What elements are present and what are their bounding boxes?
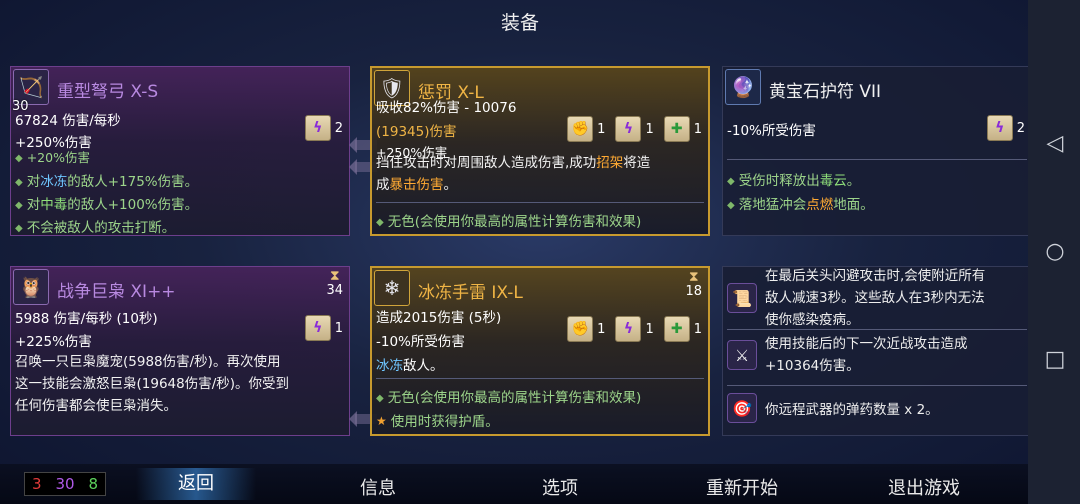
mutation-item[interactable]: 📜 在最后关头闪避攻击时,会使附近所有 敌人减速3秒。这些敌人在3秒内无法 使你…	[727, 267, 1027, 331]
affix-4: 不会被敌人的攻击打断。	[15, 216, 176, 235]
tactics-scroll: ✊ 1	[567, 116, 605, 142]
affix-1: +20%伤害	[15, 147, 90, 166]
system-nav-bar: ◁ ○ □	[1028, 0, 1080, 504]
scroll-icon: ϟ	[986, 115, 1013, 141]
mutation-icon: ⚔	[727, 340, 757, 370]
red-count: 3	[31, 475, 42, 493]
item-description: 冰冻敌人。	[376, 358, 444, 374]
divider	[727, 385, 1027, 386]
weapon-card-crossbow[interactable]: 🏹30 重型弩弓 X-S 67824 伤害/每秒 +250%伤害 ϟ2 +20%…	[10, 66, 350, 236]
green-count: 8	[88, 475, 99, 493]
amulet-icon: 🔮	[725, 69, 761, 105]
divider	[376, 202, 704, 203]
affix-colorless: 无色(会使用你最高的属性计算伤害和效果)	[376, 386, 642, 406]
page-title: 装备	[500, 12, 539, 34]
affix-3: 对中毒的敌人+100%伤害。	[15, 193, 198, 213]
brutality-scroll: ϟ1	[615, 116, 654, 142]
damage-bonus: +225%伤害	[15, 334, 92, 350]
crossbow-icon: 🏹 30	[12, 69, 49, 114]
scroll-icon: ϟ	[304, 115, 331, 141]
scroll-icon: ✚	[663, 316, 690, 342]
bottom-menu: 3 30 8 返回 信息 选项 重新开始 退出游戏	[0, 464, 1028, 504]
dps-stat: 5988 伤害/每秒 (10秒)	[15, 311, 158, 327]
brutality-scroll: ϟ1	[615, 316, 654, 342]
weapon-card-punish[interactable]: 🛡 惩罚 X-L 吸收82%伤害 - 10076 (19345)伤害 +250%…	[370, 66, 710, 236]
cooldown: ⧗ 34	[326, 268, 343, 298]
grenade-icon: ❄	[374, 270, 410, 306]
quit-button[interactable]: 退出游戏	[864, 474, 984, 500]
back-nav-icon[interactable]: ◁	[1044, 131, 1066, 156]
item-description: 挡住攻击时对周围敌人造成伤害,成功招架将造 成暴击伤害。	[376, 155, 651, 193]
scroll-icon: ✚	[663, 116, 690, 142]
back-button[interactable]: 返回	[136, 468, 256, 500]
item-name: 黄宝石护符 VII	[769, 82, 882, 102]
brutality-scroll: ϟ2	[304, 115, 343, 141]
mutation-icon: 📜	[727, 283, 757, 313]
dps-stat: 67824 伤害/每秒	[15, 113, 121, 129]
scroll-icon: ϟ	[615, 116, 642, 142]
item-name: 重型弩弓 X-S	[57, 82, 159, 102]
affix-2: 落地猛冲会点燃地面。	[727, 193, 874, 213]
amulet-card[interactable]: 🔮 黄宝石护符 VII -10%所受伤害 ϟ2 受伤时释放出毒云。 落地猛冲会点…	[722, 66, 1032, 236]
owl-icon: 🦉	[13, 269, 49, 305]
scroll-count: 2	[334, 120, 343, 136]
brutality-scroll: ϟ1	[304, 315, 343, 341]
damage-stat: 造成2015伤害 (5秒)	[376, 310, 502, 326]
ammo-icon: 🎯	[727, 393, 757, 423]
brutality-scroll: ϟ2	[986, 115, 1025, 141]
scroll-icon: ✊	[567, 316, 594, 342]
divider	[727, 329, 1027, 330]
hourglass-icon: ⧗	[688, 269, 699, 285]
item-name: 冰冻手雷 IX-L	[418, 283, 523, 303]
affix-2: 对冰冻的敌人+175%伤害。	[15, 170, 198, 190]
damage-stat: (19345)伤害	[376, 124, 457, 140]
skill-card-grenade[interactable]: ❄ 冰冻手雷 IX-L ⧗ 18 造成2015伤害 (5秒) -10%所受伤害 ✊…	[370, 266, 710, 436]
affix-1: 受伤时释放出毒云。	[727, 169, 861, 189]
resource-counter: 3 30 8	[24, 472, 106, 496]
scroll-icon: ✊	[567, 116, 594, 142]
survival-scroll: ✚ 1	[663, 316, 702, 342]
hourglass-icon: ⧗	[329, 268, 340, 284]
info-button[interactable]: 信息	[318, 474, 438, 500]
purple-count: 30	[55, 475, 75, 493]
defense-stat: -10%所受伤害	[376, 334, 465, 350]
mutation-item[interactable]: 🎯 你远程武器的弹药数量 x 2。	[727, 393, 1027, 423]
affix-shield: 使用时获得护盾。	[376, 410, 499, 430]
tactics-scroll: ✊ 1	[567, 316, 605, 342]
skill-card-owl[interactable]: 🦉 战争巨枭 XI++ ⧗ 34 5988 伤害/每秒 (10秒) +225%伤害…	[10, 266, 350, 436]
item-name: 战争巨枭 XI++	[57, 282, 176, 302]
scroll-icon: ϟ	[615, 316, 642, 342]
restart-button[interactable]: 重新开始	[682, 474, 802, 500]
item-description: 召唤一只巨枭魔宠(5988伤害/秒)。再次使用 这一技能会激怒巨枭(19648伤…	[15, 354, 290, 414]
mutation-item[interactable]: ⚔ 使用技能后的下一次近战攻击造成 +10364伤害。	[727, 333, 1027, 377]
scroll-icon: ϟ	[304, 315, 331, 341]
home-nav-icon[interactable]: ○	[1044, 239, 1066, 264]
affix-colorless: 无色(会使用你最高的属性计算伤害和效果)	[376, 210, 642, 230]
divider	[376, 378, 704, 379]
mutations-panel: 📜 在最后关头闪避攻击时,会使附近所有 敌人减速3秒。这些敌人在3秒内无法 使你…	[722, 266, 1032, 436]
block-stat: 吸收82%伤害 - 10076	[376, 100, 517, 116]
survival-scroll: ✚ 1	[663, 116, 702, 142]
options-button[interactable]: 选项	[500, 474, 620, 500]
divider	[727, 159, 1027, 160]
recents-nav-icon[interactable]: □	[1044, 347, 1066, 372]
defense-stat: -10%所受伤害	[727, 123, 816, 139]
cooldown: ⧗ 18	[685, 269, 702, 299]
